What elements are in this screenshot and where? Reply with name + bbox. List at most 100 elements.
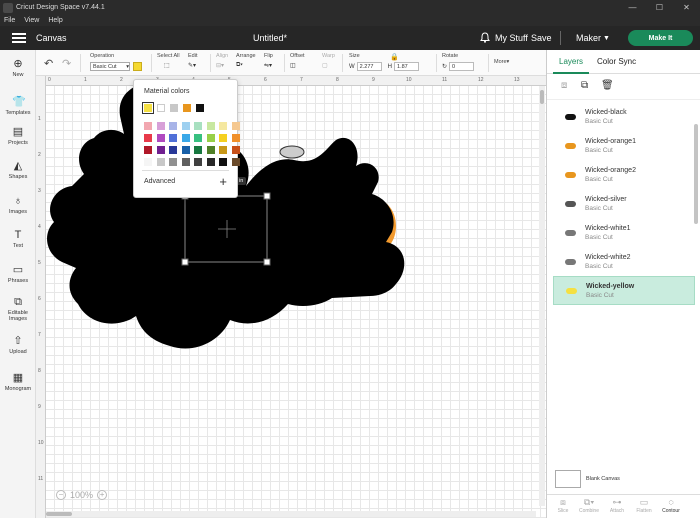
color-swatch[interactable] [170, 104, 178, 112]
color-swatch[interactable] [157, 104, 165, 112]
nav-shapes[interactable]: ◭ Shapes [0, 160, 36, 180]
layer-item[interactable]: Wicked-white1 Basic Cut [553, 218, 695, 247]
color-swatch[interactable] [142, 102, 154, 114]
color-swatch[interactable] [181, 134, 190, 142]
color-swatch[interactable] [219, 158, 227, 166]
align-button[interactable]: Align ⊟▾ [216, 53, 228, 69]
menu-view[interactable]: View [24, 17, 39, 24]
arrange-button[interactable]: Arrange ⧉▾ [236, 53, 256, 69]
color-swatch[interactable] [219, 134, 227, 142]
rotate-input[interactable]: 0 [449, 62, 475, 71]
layer-item[interactable]: Wicked-orange1 Basic Cut [553, 131, 695, 160]
color-swatch[interactable] [144, 122, 152, 130]
layers-scrollbar[interactable] [694, 102, 699, 512]
nav-phrases[interactable]: ▭ Phrases [0, 264, 36, 284]
operation-select[interactable]: Basic Cut ▾ [90, 62, 130, 71]
undo-icon[interactable]: ↶ [44, 57, 53, 70]
color-swatch[interactable] [144, 158, 152, 166]
tab-layers[interactable]: Layers [559, 57, 583, 66]
advanced-link[interactable]: Advanced [144, 178, 175, 185]
flatten-button[interactable]: ▭ Flatten [632, 497, 656, 514]
color-swatch[interactable] [206, 122, 215, 130]
color-swatch[interactable] [133, 62, 142, 71]
group-icon[interactable]: ⧈ [561, 80, 567, 91]
blank-canvas-row[interactable]: Blank Canvas [555, 470, 620, 488]
layer-item[interactable]: Wicked-black Basic Cut [553, 102, 695, 131]
color-swatch[interactable] [194, 158, 202, 166]
nav-projects[interactable]: ▤ Projects [0, 126, 36, 146]
nav-images[interactable]: ♁ Images [0, 195, 36, 215]
layer-item[interactable]: Wicked-yellow Basic Cut [553, 276, 695, 305]
color-swatch[interactable] [183, 104, 191, 112]
color-swatch[interactable] [231, 146, 240, 154]
design-canvas[interactable] [36, 76, 546, 518]
minimize-button[interactable]: — [619, 3, 646, 12]
zoom-in-button[interactable]: + [97, 490, 108, 500]
maximize-button[interactable]: ☐ [646, 3, 673, 12]
select-all-button[interactable]: Select All ⬚ [157, 53, 180, 69]
nav-upload[interactable]: ⇧ Upload [0, 335, 36, 355]
color-swatch[interactable] [181, 158, 190, 166]
color-swatch[interactable] [194, 134, 202, 142]
flip-button[interactable]: Flip ⇋▾ [264, 53, 273, 69]
edit-button[interactable]: Edit ✎▾ [188, 53, 197, 69]
more-button[interactable]: More▾ [494, 59, 509, 65]
combine-button[interactable]: ⧉▾ Combine [577, 497, 601, 514]
color-swatch[interactable] [156, 146, 165, 154]
color-swatch[interactable] [156, 122, 165, 130]
chevron-down-icon[interactable]: ▼ [603, 35, 610, 42]
color-swatch[interactable] [156, 134, 165, 142]
canvas-horizontal-scrollbar[interactable] [46, 511, 536, 517]
nav-editable-images[interactable]: ⧉ Editable Images [0, 296, 36, 322]
slice-button[interactable]: ⧈ Slice [551, 497, 575, 514]
color-swatch[interactable] [169, 134, 177, 142]
zoom-out-button[interactable]: − [56, 490, 66, 500]
color-swatch[interactable] [206, 134, 215, 142]
warp-button[interactable]: Warp ▢ [322, 53, 335, 69]
canvas-vertical-scrollbar[interactable] [539, 86, 545, 506]
color-swatch[interactable] [144, 134, 152, 142]
color-swatch[interactable] [194, 122, 202, 130]
contour-button[interactable]: ◌ Contour [659, 497, 683, 514]
bell-icon[interactable] [480, 32, 490, 43]
add-color-icon[interactable]: + [219, 174, 227, 189]
close-window-button[interactable]: ✕ [673, 3, 700, 12]
color-swatch[interactable] [231, 158, 240, 166]
width-input[interactable]: 2.277 [356, 62, 382, 71]
color-swatch[interactable] [231, 134, 240, 142]
color-swatch[interactable] [169, 158, 177, 166]
color-swatch[interactable] [206, 158, 215, 166]
color-swatch[interactable] [169, 146, 177, 154]
color-swatch[interactable] [196, 104, 204, 112]
color-swatch[interactable] [206, 146, 215, 154]
color-swatch[interactable] [144, 146, 152, 154]
menu-file[interactable]: File [4, 17, 15, 24]
tab-color-sync[interactable]: Color Sync [597, 57, 636, 66]
nav-text[interactable]: T Text [0, 229, 36, 249]
color-swatch[interactable] [194, 146, 202, 154]
attach-button[interactable]: ⊶ Attach [605, 497, 629, 514]
color-swatch[interactable] [181, 146, 190, 154]
make-it-button[interactable]: Make It [628, 30, 693, 46]
menu-help[interactable]: Help [48, 17, 62, 24]
lock-icon[interactable]: 🔒 [390, 53, 399, 61]
color-swatch[interactable] [231, 122, 240, 130]
redo-icon[interactable]: ↷ [62, 57, 71, 70]
color-swatch[interactable] [219, 122, 227, 130]
nav-templates[interactable]: 👕 Templates [0, 96, 36, 116]
hamburger-menu-icon[interactable] [12, 33, 26, 43]
nav-new[interactable]: ⊕ New [0, 58, 36, 78]
machine-select[interactable]: Maker [576, 33, 601, 43]
layer-item[interactable]: Wicked-orange2 Basic Cut [553, 160, 695, 189]
delete-icon[interactable]: 🗑 [601, 80, 614, 91]
nav-monogram[interactable]: ▦ Monogram [0, 372, 36, 392]
save-button[interactable]: Save [531, 33, 552, 43]
my-stuff-link[interactable]: My Stuff [495, 33, 528, 43]
duplicate-icon[interactable]: ⧉ [581, 80, 588, 91]
offset-button[interactable]: Offset ◫ [290, 53, 305, 69]
height-input[interactable]: 1.87 [394, 62, 420, 71]
color-swatch[interactable] [219, 146, 227, 154]
color-swatch[interactable] [169, 122, 177, 130]
layer-item[interactable]: Wicked-white2 Basic Cut [553, 247, 695, 276]
color-swatch[interactable] [156, 158, 165, 166]
